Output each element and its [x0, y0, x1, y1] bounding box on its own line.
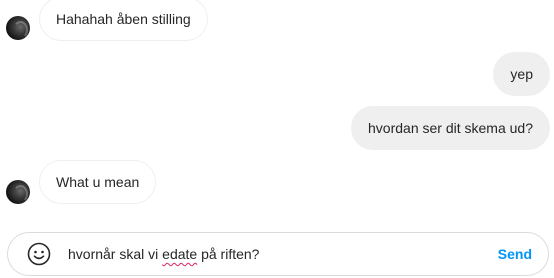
message-text: yep — [510, 66, 533, 82]
contact-avatar[interactable] — [6, 16, 30, 40]
incoming-message[interactable]: What u mean — [39, 160, 157, 204]
contact-avatar[interactable] — [6, 180, 30, 204]
input-text-after: på riften? — [197, 246, 260, 262]
message-text: Hahahah åben stilling — [56, 11, 191, 27]
message-text: What u mean — [56, 174, 140, 190]
outgoing-message[interactable]: yep — [493, 52, 550, 96]
input-text-before: hvornår skal vi — [68, 246, 163, 262]
message-composer[interactable]: hvornår skal vi edate på riften? Send — [7, 232, 549, 276]
smiley-face-icon[interactable] — [27, 242, 51, 266]
send-button[interactable]: Send — [498, 233, 532, 275]
chat-thread: Hahahah åben stilling yep hvordan ser di… — [0, 0, 554, 278]
outgoing-message[interactable]: hvordan ser dit skema ud? — [351, 106, 550, 150]
message-text: hvordan ser dit skema ud? — [368, 120, 533, 136]
misspelled-word[interactable]: edate — [162, 246, 197, 262]
incoming-message[interactable]: Hahahah åben stilling — [39, 0, 208, 41]
message-input[interactable]: hvornår skal vi edate på riften? — [68, 233, 259, 275]
